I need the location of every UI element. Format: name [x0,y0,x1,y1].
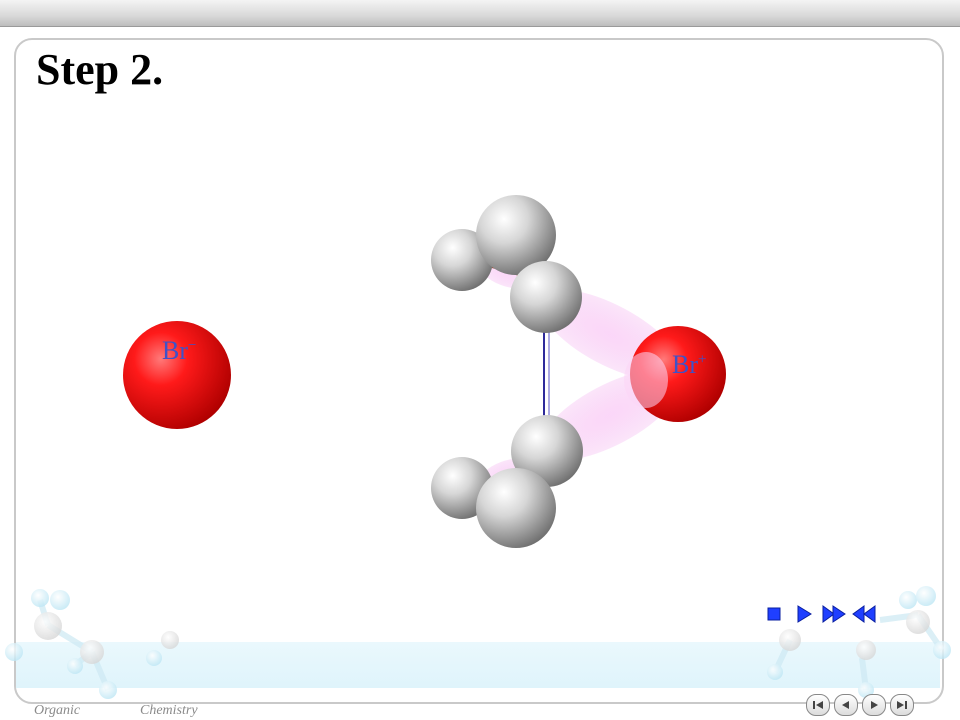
rewind-icon [852,605,876,623]
fast-forward-button[interactable] [822,603,846,625]
next-slide-button[interactable] [862,694,886,716]
last-slide-icon [897,701,907,709]
previous-slide-icon [842,701,849,709]
footer-chemistry: Chemistry [140,703,198,718]
bromide-label: Br− [162,336,197,365]
first-slide-button[interactable] [806,694,830,716]
previous-slide-button[interactable] [834,694,858,716]
first-slide-icon [813,701,823,709]
footer-organic: Organic [34,703,81,718]
next-slide-icon [871,701,878,709]
bromonium-label: Br+ [672,350,707,379]
stop-icon [767,607,781,621]
stop-button[interactable] [762,603,786,625]
carbon-atom [510,261,582,333]
play-icon [797,605,812,623]
animation-controls [762,603,882,625]
fast-forward-icon [822,605,846,623]
play-button[interactable] [792,603,816,625]
slide-navigation [806,694,914,716]
rewind-button[interactable] [852,603,876,625]
last-slide-button[interactable] [890,694,914,716]
hydrogen-atom [476,468,556,548]
